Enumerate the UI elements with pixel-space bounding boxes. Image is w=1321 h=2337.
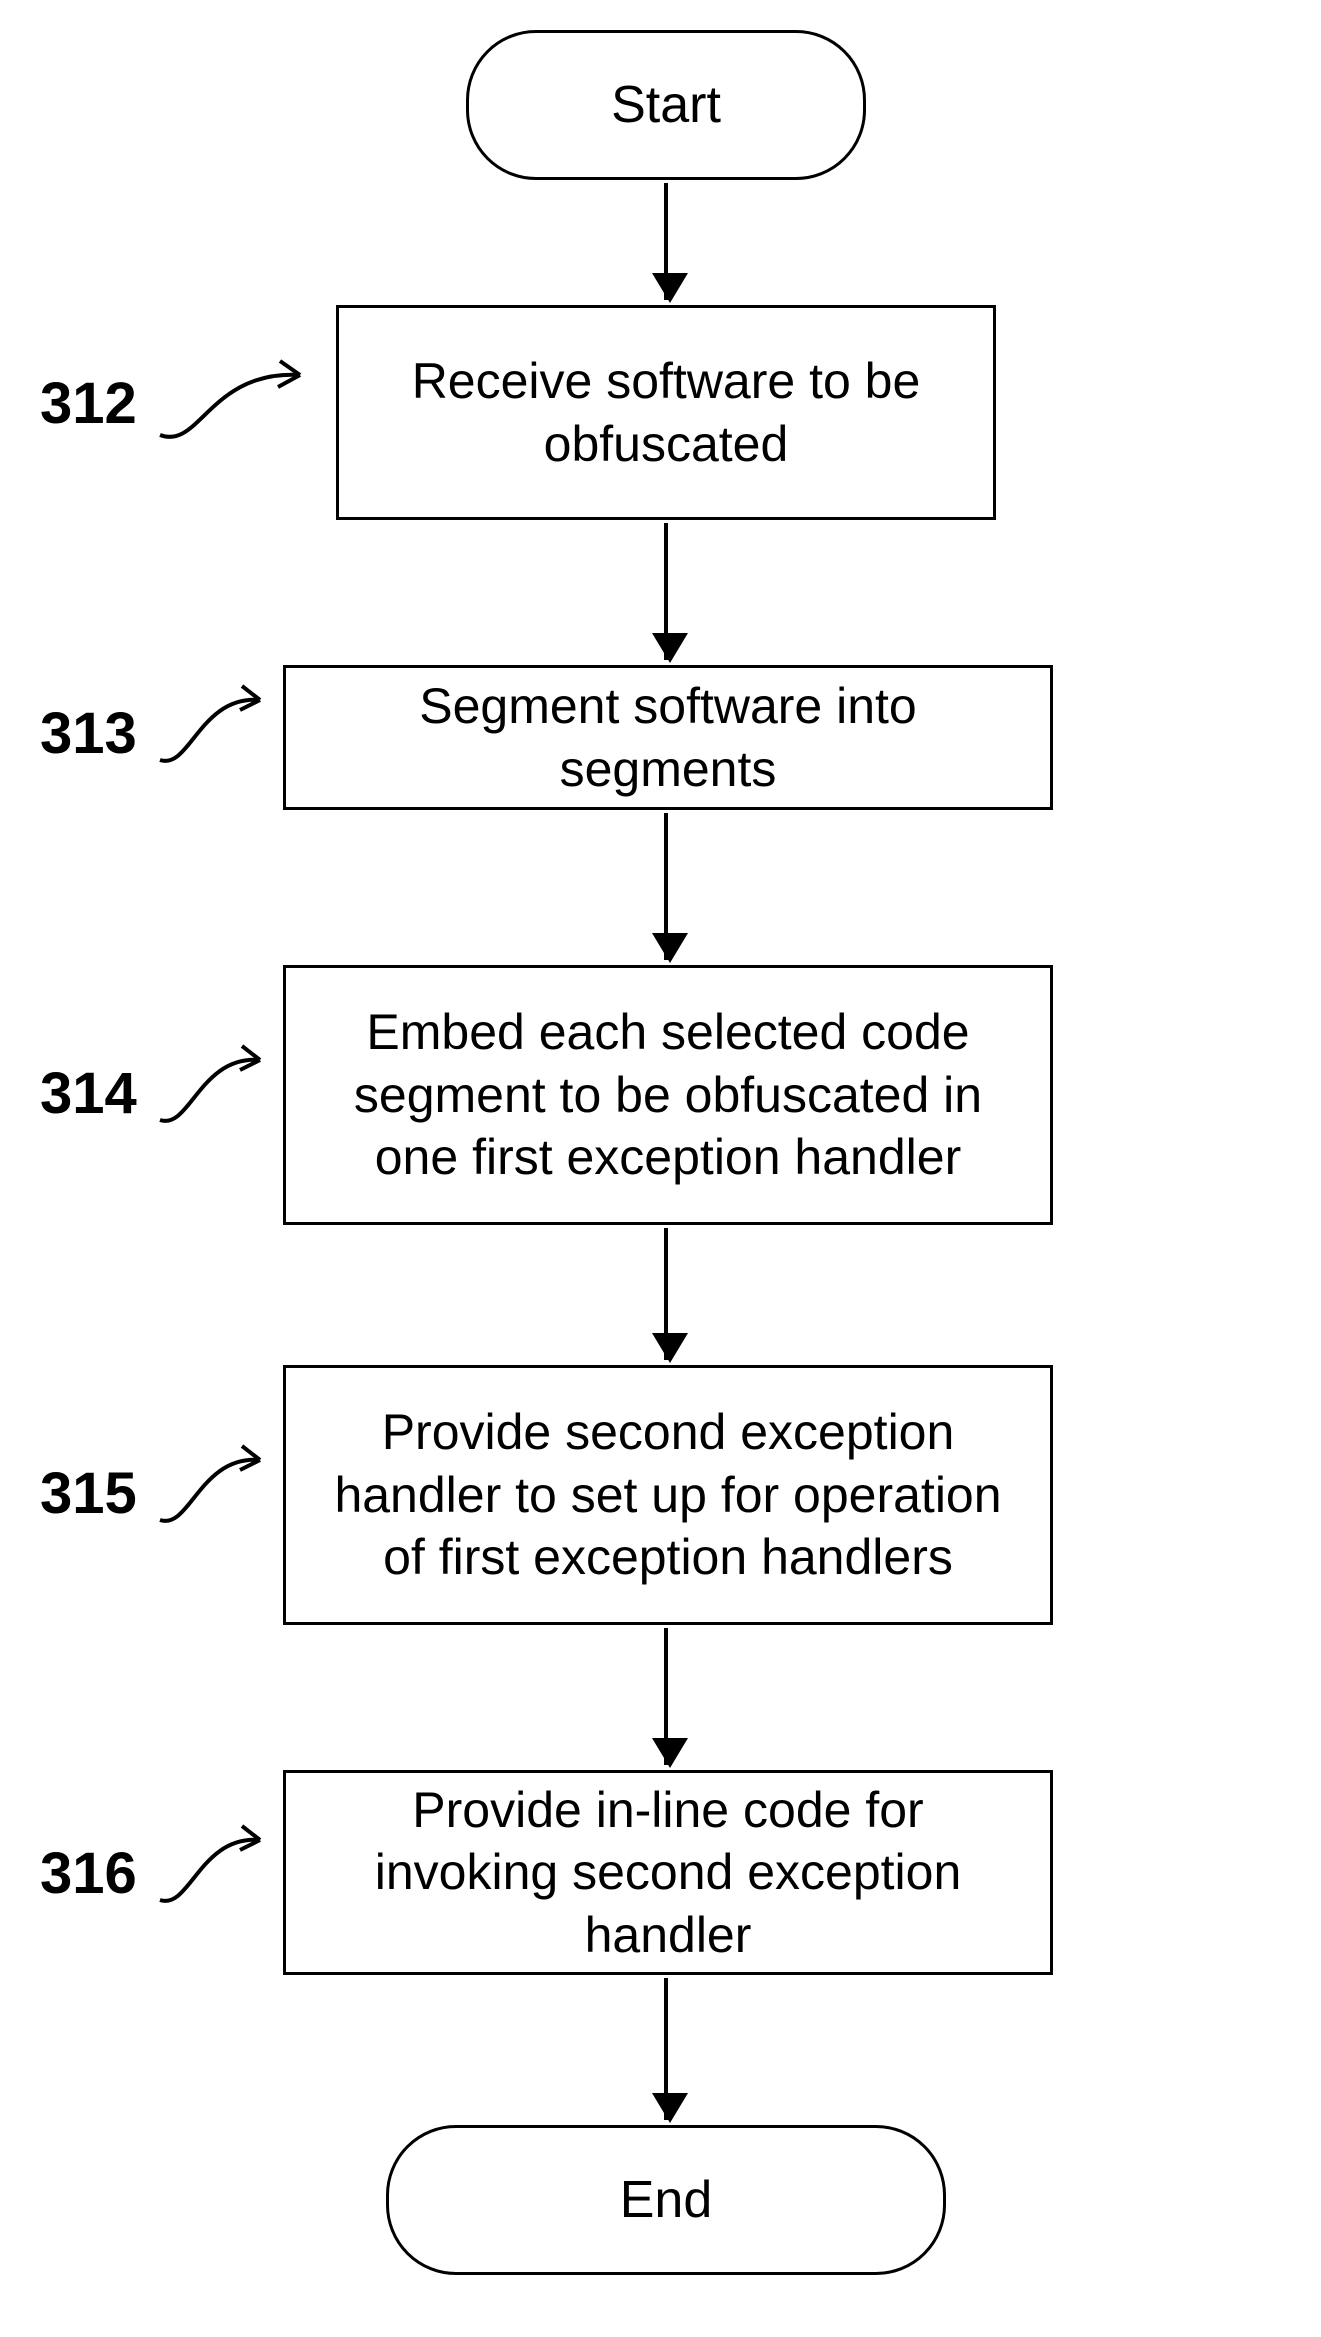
process-314-text: Embed each selected code segment to be o… (316, 1001, 1020, 1189)
arrow-315-to-316 (664, 1628, 668, 1765)
process-313: Segment software into segments (283, 665, 1053, 810)
arrow-314-to-315 (664, 1228, 668, 1360)
swoosh-315 (150, 1430, 290, 1540)
process-313-text: Segment software into segments (316, 675, 1020, 800)
terminator-start: Start (466, 30, 866, 180)
arrow-312-to-313 (664, 523, 668, 660)
swoosh-313 (150, 670, 290, 780)
arrow-start-to-312 (664, 183, 668, 300)
process-315: Provide second exception handler to set … (283, 1365, 1053, 1625)
ref-label-313: 313 (40, 700, 137, 767)
ref-label-316: 316 (40, 1840, 137, 1907)
flowchart-stage: Start Receive software to be obfuscated … (0, 0, 1321, 2337)
swoosh-316 (150, 1810, 290, 1920)
ref-label-315: 315 (40, 1460, 137, 1527)
ref-label-312: 312 (40, 370, 137, 437)
swoosh-312 (150, 340, 340, 460)
terminator-start-label: Start (611, 75, 721, 135)
terminator-end-label: End (620, 2170, 713, 2230)
arrow-316-to-end (664, 1978, 668, 2120)
ref-label-314: 314 (40, 1060, 137, 1127)
process-312: Receive software to be obfuscated (336, 305, 996, 520)
terminator-end: End (386, 2125, 946, 2275)
process-312-text: Receive software to be obfuscated (369, 350, 963, 475)
swoosh-314 (150, 1030, 290, 1140)
process-316: Provide in-line code for invoking second… (283, 1770, 1053, 1975)
arrow-313-to-314 (664, 813, 668, 960)
process-315-text: Provide second exception handler to set … (316, 1401, 1020, 1589)
process-316-text: Provide in-line code for invoking second… (316, 1779, 1020, 1967)
process-314: Embed each selected code segment to be o… (283, 965, 1053, 1225)
